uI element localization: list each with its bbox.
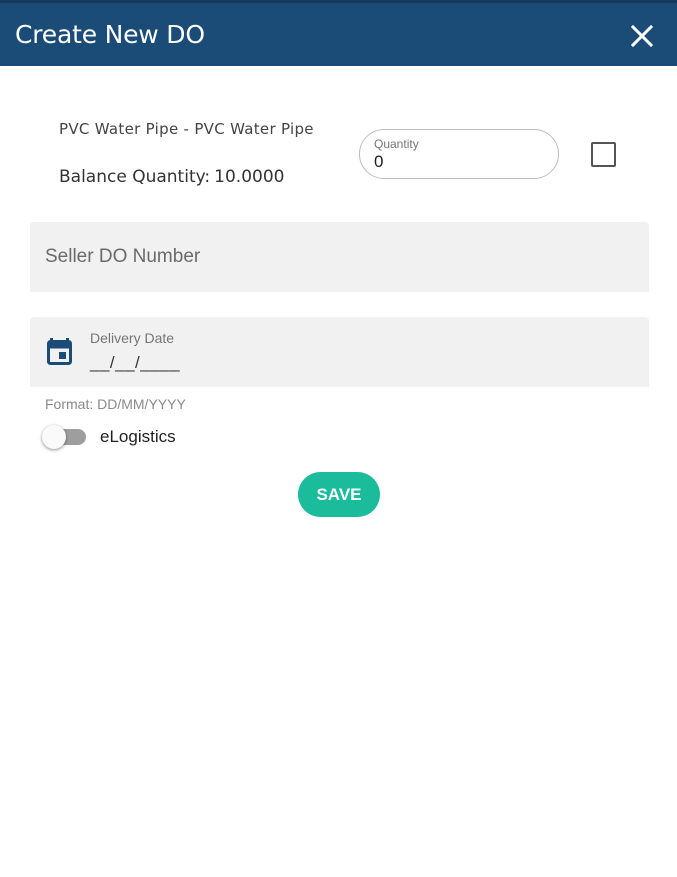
- quantity-label: Quantity: [374, 137, 419, 151]
- delivery-date-label: Delivery Date: [90, 330, 175, 346]
- item-select-checkbox[interactable]: [591, 142, 616, 167]
- quantity-input[interactable]: Quantity 0: [359, 129, 559, 179]
- date-format-hint: Format: DD/MM/YYYY: [45, 396, 186, 412]
- balance-quantity: Balance Quantity: 10.0000: [59, 167, 284, 187]
- dialog-title: Create New DO: [15, 20, 205, 49]
- seller-do-number-field[interactable]: Seller DO Number: [30, 222, 649, 292]
- calendar-icon[interactable]: [47, 338, 72, 365]
- quantity-value[interactable]: 0: [374, 152, 383, 172]
- product-name: PVC Water Pipe - PVC Water Pipe: [59, 120, 314, 138]
- close-icon[interactable]: [628, 22, 656, 50]
- toggle-thumb[interactable]: [42, 425, 66, 449]
- elogistics-toggle[interactable]: [42, 425, 88, 449]
- balance-label: Balance Quantity:: [59, 167, 211, 187]
- dialog-header: Create New DO: [0, 0, 677, 66]
- seller-do-number-placeholder: Seller DO Number: [45, 246, 201, 267]
- delivery-date-field[interactable]: Delivery Date __/__/____: [30, 317, 649, 387]
- balance-value: 10.0000: [214, 167, 285, 187]
- save-button[interactable]: SAVE: [298, 472, 380, 517]
- delivery-date-value[interactable]: __/__/____: [90, 353, 180, 373]
- elogistics-label: eLogistics: [100, 427, 176, 446]
